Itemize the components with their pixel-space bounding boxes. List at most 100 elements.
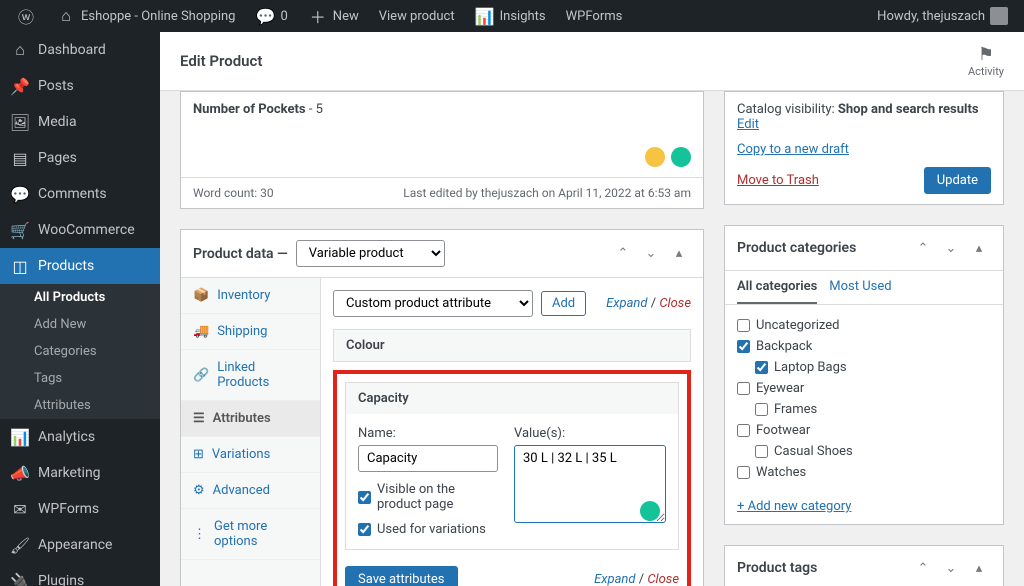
sidebar-item-media[interactable]: 🖼Media: [0, 104, 160, 140]
tab-inventory[interactable]: 📦Inventory: [181, 278, 320, 314]
submenu-categories[interactable]: Categories: [0, 338, 160, 365]
cat-footwear-checkbox[interactable]: [737, 424, 750, 437]
product-data-box: Product data — Variable product ⌃ ⌄ ▴: [180, 229, 704, 586]
cat-frames-checkbox[interactable]: [755, 403, 768, 416]
sidebar-item-posts[interactable]: 📌Posts: [0, 68, 160, 104]
tab-advanced[interactable]: ⚙Advanced: [181, 473, 320, 509]
product-data-tabs: 📦Inventory 🚚Shipping 🔗Linked Products ☰A…: [181, 278, 321, 586]
cat-eyewear-checkbox[interactable]: [737, 382, 750, 395]
number-pockets-label: Number of Pockets: [193, 102, 306, 117]
sidebar-item-plugins[interactable]: 🔌Plugins: [0, 563, 160, 586]
move-down-button-3[interactable]: ⌄: [939, 236, 963, 260]
sidebar-item-products[interactable]: ◫Products: [0, 248, 160, 284]
page-header: Edit Product ⚑ Activity: [160, 32, 1024, 91]
cat-casual-shoes-checkbox[interactable]: [755, 445, 768, 458]
home-icon: ⌂: [56, 6, 76, 26]
highlight-region: Capacity Name: Visible on the product pa…: [333, 370, 691, 586]
tab-more-options[interactable]: ⋮Get more options: [181, 509, 320, 560]
appearance-icon: 🖌: [10, 535, 30, 555]
cat-laptop-bags-checkbox[interactable]: [755, 361, 768, 374]
wp-logo[interactable]: ⓦ: [8, 0, 44, 32]
cat-backpack-checkbox[interactable]: [737, 340, 750, 353]
move-to-trash-link[interactable]: Move to Trash: [737, 173, 819, 188]
sidebar-item-dashboard[interactable]: ⌂Dashboard: [0, 32, 160, 68]
list-icon: ☰: [193, 411, 205, 426]
link-icon: 🔗: [193, 368, 209, 383]
attribute-capacity-header[interactable]: Capacity: [346, 383, 678, 414]
edit-visibility-link[interactable]: Edit: [737, 117, 759, 132]
submenu-attributes[interactable]: Attributes: [0, 392, 160, 419]
toggle-panel-button-3[interactable]: ▴: [967, 236, 991, 260]
new-link[interactable]: ＋New: [300, 0, 367, 32]
sidebar-item-wpforms[interactable]: ✉WPForms: [0, 491, 160, 527]
wpforms-link[interactable]: WPForms: [558, 0, 631, 32]
word-count: Word count: 30: [193, 186, 274, 200]
analytics-icon: 📊: [10, 427, 30, 447]
tab-linked-products[interactable]: 🔗Linked Products: [181, 350, 320, 401]
tab-shipping[interactable]: 🚚Shipping: [181, 314, 320, 350]
category-list: Uncategorized Backpack Laptop Bags Eyewe…: [725, 305, 1003, 493]
move-up-button-3[interactable]: ⌃: [911, 236, 935, 260]
attribute-colour-header[interactable]: Colour: [334, 330, 690, 361]
close-link[interactable]: Close: [659, 296, 691, 311]
view-product-link[interactable]: View product: [371, 0, 463, 32]
attribute-capacity: Capacity Name: Visible on the product pa…: [345, 382, 679, 550]
save-attributes-button[interactable]: Save attributes: [345, 566, 458, 586]
wordpress-icon: ⓦ: [16, 6, 36, 26]
gear-icon: ⚙: [193, 483, 205, 498]
activity-button[interactable]: ⚑ Activity: [968, 44, 1004, 78]
submenu-add-new[interactable]: Add New: [0, 311, 160, 338]
grammarly-bubble-icon[interactable]: [640, 501, 660, 521]
number-pockets-value: - 5: [309, 102, 323, 117]
most-used-tab[interactable]: Most Used: [829, 271, 891, 304]
sidebar-item-analytics[interactable]: 📊Analytics: [0, 419, 160, 455]
add-new-category-link[interactable]: + Add new category: [725, 493, 1003, 524]
premium-icon[interactable]: [645, 147, 665, 167]
products-icon: ◫: [10, 256, 30, 276]
comments-icon: 💬: [10, 184, 30, 204]
grammarly-icon[interactable]: [671, 147, 691, 167]
submenu-all-products[interactable]: All Products: [0, 284, 160, 311]
all-categories-tab[interactable]: All categories: [737, 271, 817, 304]
toggle-panel-button-4[interactable]: ▴: [967, 556, 991, 580]
sidebar-item-woocommerce[interactable]: 🛒WooCommerce: [0, 212, 160, 248]
sidebar-item-appearance[interactable]: 🖌Appearance: [0, 527, 160, 563]
insights-link[interactable]: 📊Insights: [467, 0, 554, 32]
product-type-select[interactable]: Variable product: [296, 240, 445, 267]
howdy-link[interactable]: Howdy, thejuszach: [869, 0, 1016, 32]
comments-link[interactable]: 💬0: [247, 0, 295, 32]
content-area: Edit Product ⚑ Activity Number of Pocket…: [160, 32, 1024, 586]
sidebar-item-marketing[interactable]: 📣Marketing: [0, 455, 160, 491]
move-down-button[interactable]: ⌄: [639, 242, 663, 266]
product-data-label: Product data —: [193, 246, 288, 262]
update-button[interactable]: Update: [924, 167, 991, 194]
sidebar-item-comments[interactable]: 💬Comments: [0, 176, 160, 212]
site-name: Eshoppe - Online Shopping: [81, 9, 235, 24]
cat-uncategorized-checkbox[interactable]: [737, 319, 750, 332]
tab-variations[interactable]: ⊞Variations: [181, 437, 320, 473]
attribute-colour: Colour: [333, 329, 691, 362]
admin-topbar: ⓦ ⌂ Eshoppe - Online Shopping 💬0 ＋New Vie…: [0, 0, 1024, 32]
publish-box: Catalog visibility: Shop and search resu…: [724, 91, 1004, 205]
submenu-tags[interactable]: Tags: [0, 365, 160, 392]
move-up-button-4[interactable]: ⌃: [911, 556, 935, 580]
used-variations-checkbox[interactable]: [358, 523, 371, 536]
close-link-2[interactable]: Close: [647, 572, 679, 586]
visible-checkbox[interactable]: [358, 491, 371, 504]
move-down-button-4[interactable]: ⌄: [939, 556, 963, 580]
cat-watches-checkbox[interactable]: [737, 466, 750, 479]
product-categories-box: Product categories ⌃ ⌄ ▴ All categories …: [724, 225, 1004, 525]
move-up-button[interactable]: ⌃: [611, 242, 635, 266]
expand-link[interactable]: Expand: [606, 296, 647, 311]
site-name-link[interactable]: ⌂ Eshoppe - Online Shopping: [48, 0, 243, 32]
copy-draft-link[interactable]: Copy to a new draft: [737, 142, 849, 157]
custom-attribute-select[interactable]: Custom product attribute: [333, 290, 533, 317]
tab-attributes[interactable]: ☰Attributes: [181, 401, 320, 437]
sidebar-item-pages[interactable]: ▤Pages: [0, 140, 160, 176]
more-icon: ⋮: [193, 527, 206, 542]
attribute-name-input[interactable]: [358, 445, 498, 472]
add-attribute-button[interactable]: Add: [541, 291, 586, 316]
wpforms-icon: ✉: [10, 499, 30, 519]
toggle-panel-button[interactable]: ▴: [667, 242, 691, 266]
expand-link-2[interactable]: Expand: [594, 572, 635, 586]
